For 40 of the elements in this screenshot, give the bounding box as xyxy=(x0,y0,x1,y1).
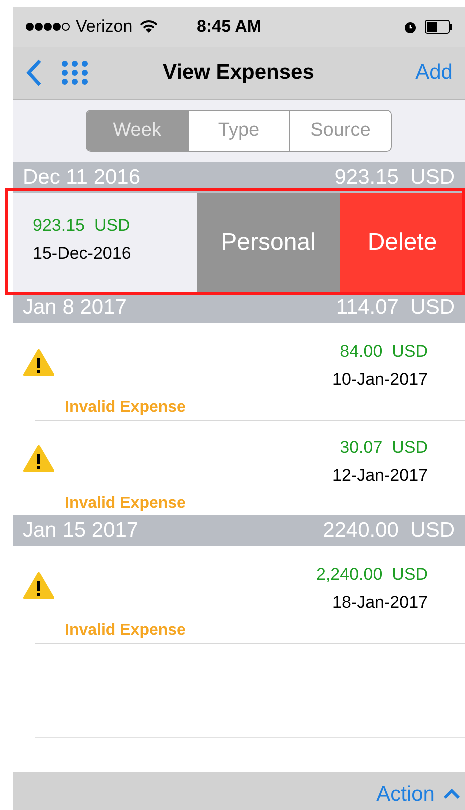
personal-button[interactable]: Personal xyxy=(197,193,340,292)
expense-amount: 923.15 USD xyxy=(33,215,132,237)
section-date: Jan 8 2017 xyxy=(23,294,127,321)
chevron-up-icon xyxy=(443,788,461,800)
delete-button[interactable]: Delete xyxy=(340,193,465,292)
section-total: 2240.00 USD xyxy=(323,518,455,544)
warning-label: Invalid Expense xyxy=(65,494,186,514)
section-total: 114.07 USD xyxy=(336,294,455,321)
alarm-icon xyxy=(404,20,417,34)
wifi-icon xyxy=(140,20,158,34)
back-chevron-icon xyxy=(25,58,43,88)
battery-icon xyxy=(425,20,453,34)
status-time: 8:45 AM xyxy=(197,16,262,38)
expense-date: 18-Jan-2017 xyxy=(332,592,428,614)
dots-grid-icon xyxy=(61,60,89,86)
grid-menu-button[interactable] xyxy=(61,58,91,88)
segment-tab[interactable]: Type xyxy=(188,111,290,151)
signal-icon xyxy=(25,22,73,32)
expense-date: 15-Dec-2016 xyxy=(33,242,132,264)
expense-date: 12-Jan-2017 xyxy=(332,464,428,486)
nav-title: View Expenses xyxy=(163,60,314,86)
warning-icon xyxy=(23,572,55,600)
carrier-name: Verizon xyxy=(76,16,133,38)
expense-row[interactable]: 84.00 USD 10-Jan-2017 Invalid Expense xyxy=(13,323,465,419)
expense-amount: 30.07 USD xyxy=(340,437,428,459)
section-date: Dec 11 2016 xyxy=(23,164,141,191)
expense-amount: 2,240.00 USD xyxy=(316,564,428,586)
segment-tab[interactable]: Week xyxy=(87,111,188,151)
action-button[interactable]: Action xyxy=(376,778,461,810)
segment-tab[interactable]: Source xyxy=(289,111,391,151)
warning-icon xyxy=(23,349,55,377)
expense-row[interactable]: 2,240.00 USD 18-Jan-2017 Invalid Expense xyxy=(13,546,465,642)
expense-date: 10-Jan-2017 xyxy=(332,368,428,390)
add-button[interactable]: Add xyxy=(416,57,453,89)
section-date: Jan 15 2017 xyxy=(23,518,139,544)
warning-label: Invalid Expense xyxy=(65,621,186,641)
section-total: 923.15 USD xyxy=(334,164,455,191)
warning-icon xyxy=(23,445,55,473)
warning-label: Invalid Expense xyxy=(65,398,186,418)
expense-amount: 84.00 USD xyxy=(340,341,428,363)
